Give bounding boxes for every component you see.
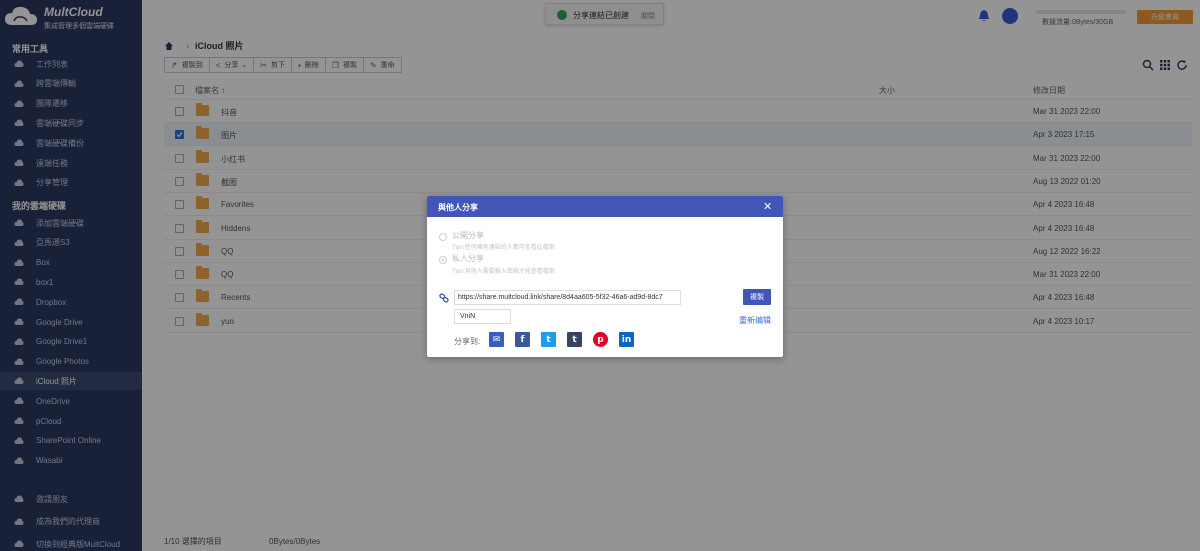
share-dialog: 與他人分享 ✕ 公開分享 Tips:任何擁有連結的人都可查看此檔案 私人分享 T… [427, 196, 783, 357]
facebook-icon[interactable]: f [515, 332, 530, 347]
dialog-title: 與他人分享 [438, 203, 478, 212]
dialog-header: 與他人分享 ✕ [427, 196, 783, 217]
email-icon[interactable]: ✉ [489, 332, 504, 347]
private-share-radio[interactable] [439, 256, 447, 264]
public-share-label: 公開分享 [452, 231, 484, 240]
copy-link-button[interactable]: 複製 [743, 289, 771, 305]
reedit-link[interactable]: 重新编辑 [739, 315, 771, 326]
tumblr-icon[interactable]: t [567, 332, 582, 347]
public-share-radio[interactable] [439, 233, 447, 241]
share-to-label: 分享到: [454, 337, 481, 346]
private-share-tip: Tips:其他人需要輸入密碼才能查看檔案 [452, 269, 555, 275]
private-share-label: 私人分享 [452, 254, 484, 263]
twitter-icon[interactable]: t [541, 332, 556, 347]
link-icon [439, 293, 449, 303]
public-share-tip: Tips:任何擁有連結的人都可查看此檔案 [452, 245, 555, 251]
pinterest-icon[interactable]: p [593, 332, 608, 347]
share-password-field[interactable]: VniN [454, 309, 511, 324]
close-icon[interactable]: ✕ [763, 200, 772, 213]
share-link-field[interactable]: https://share.multcloud.link/share/8d4aa… [454, 290, 681, 305]
linkedin-icon[interactable]: in [619, 332, 634, 347]
